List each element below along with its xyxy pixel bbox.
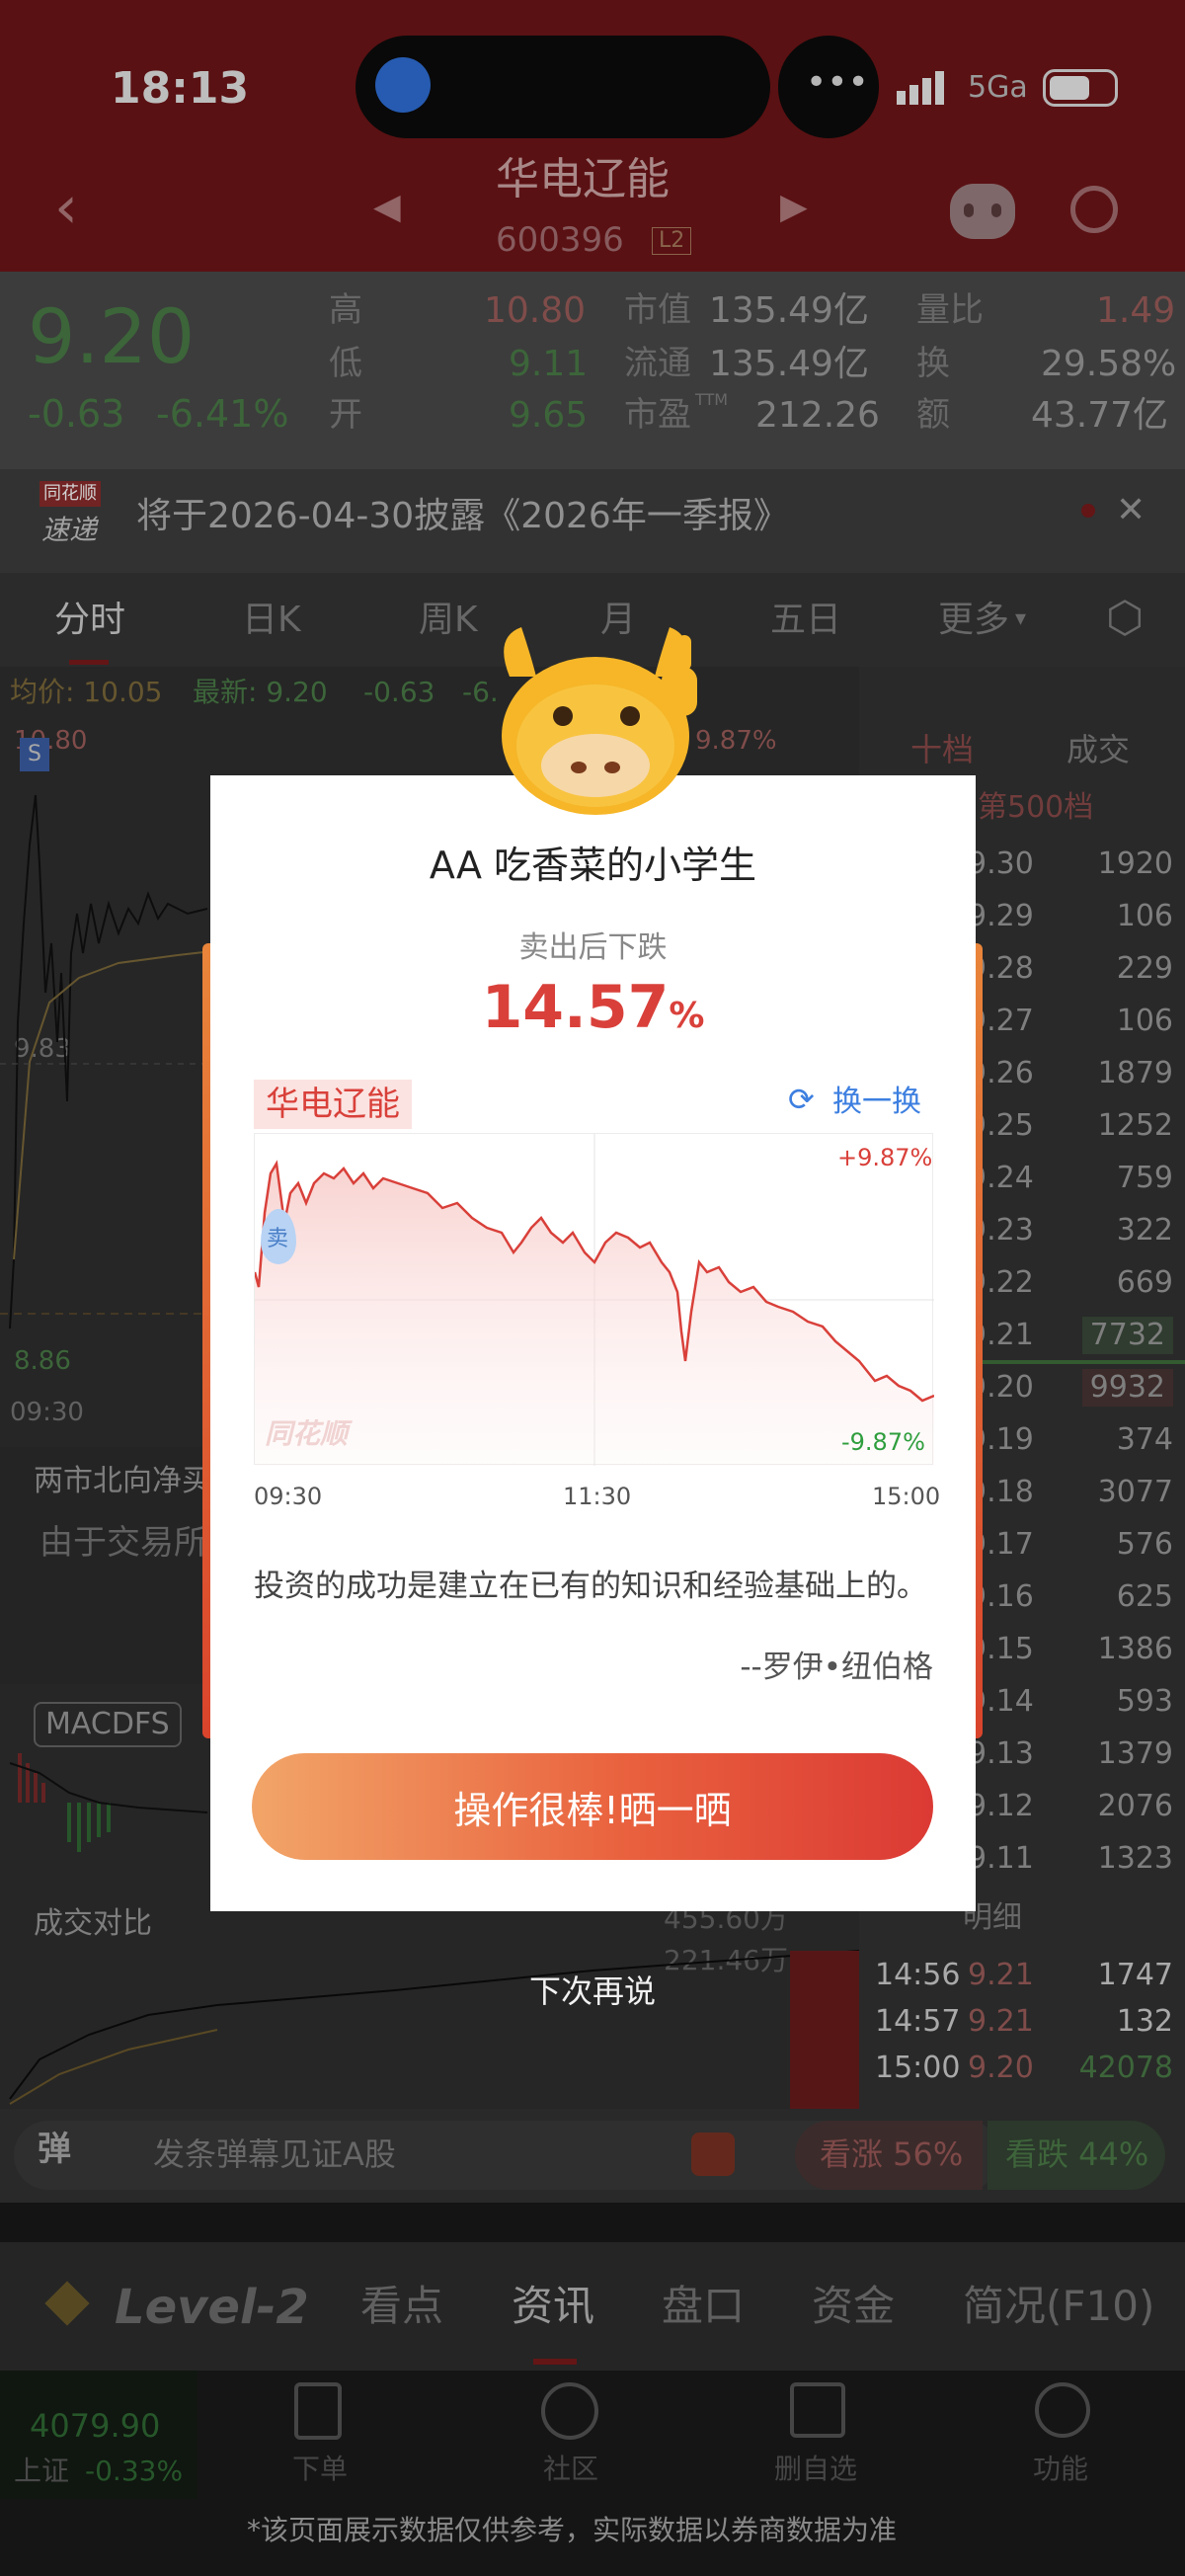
result-value-line: 14.57%	[210, 973, 976, 1042]
mini-time-end: 15:00	[872, 1483, 941, 1510]
username: AA 吃香菜的小学生	[429, 844, 757, 887]
result-value: 14.57	[481, 973, 670, 1042]
stock-detail-screen: 18:13 ••• 5Ga ‹ ◀ 华电辽能 600396 L2 ▶ 9.20	[0, 0, 1185, 2576]
result-label: 卖出后下跌	[518, 930, 668, 965]
result-unit: %	[669, 996, 705, 1036]
watermark-logo: 同花顺	[265, 1417, 349, 1450]
mini-time-mid: 11:30	[563, 1483, 632, 1510]
mini-chart: +9.87% -9.87% 卖 同花顺	[253, 1133, 935, 1466]
share-modal: AA 吃香菜的小学生 卖出后下跌 14.57% 华电辽能 ⟳ 换一换 +9.87	[210, 775, 976, 1911]
bull-mascot-icon	[482, 607, 709, 820]
dismiss-button[interactable]: 下次再说	[0, 1975, 1185, 2007]
mini-pct-low: -9.87%	[841, 1428, 925, 1456]
motto-author: --罗伊•纽伯格	[740, 1650, 933, 1685]
mini-pct-high: +9.87%	[837, 1144, 933, 1171]
refresh-button[interactable]: 换一换	[832, 1087, 921, 1117]
refresh-icon[interactable]: ⟳	[788, 1084, 815, 1115]
stock-tag: 华电辽能	[254, 1080, 412, 1129]
sell-marker-text: 卖	[267, 1227, 289, 1251]
mini-chart-svg	[253, 1134, 935, 1466]
mini-time-start: 09:30	[254, 1483, 323, 1510]
share-button[interactable]: 操作很棒!晒一晒	[252, 1753, 933, 1860]
motto-text: 投资的成功是建立在已有的知识和经验基础上的。	[254, 1569, 927, 1604]
